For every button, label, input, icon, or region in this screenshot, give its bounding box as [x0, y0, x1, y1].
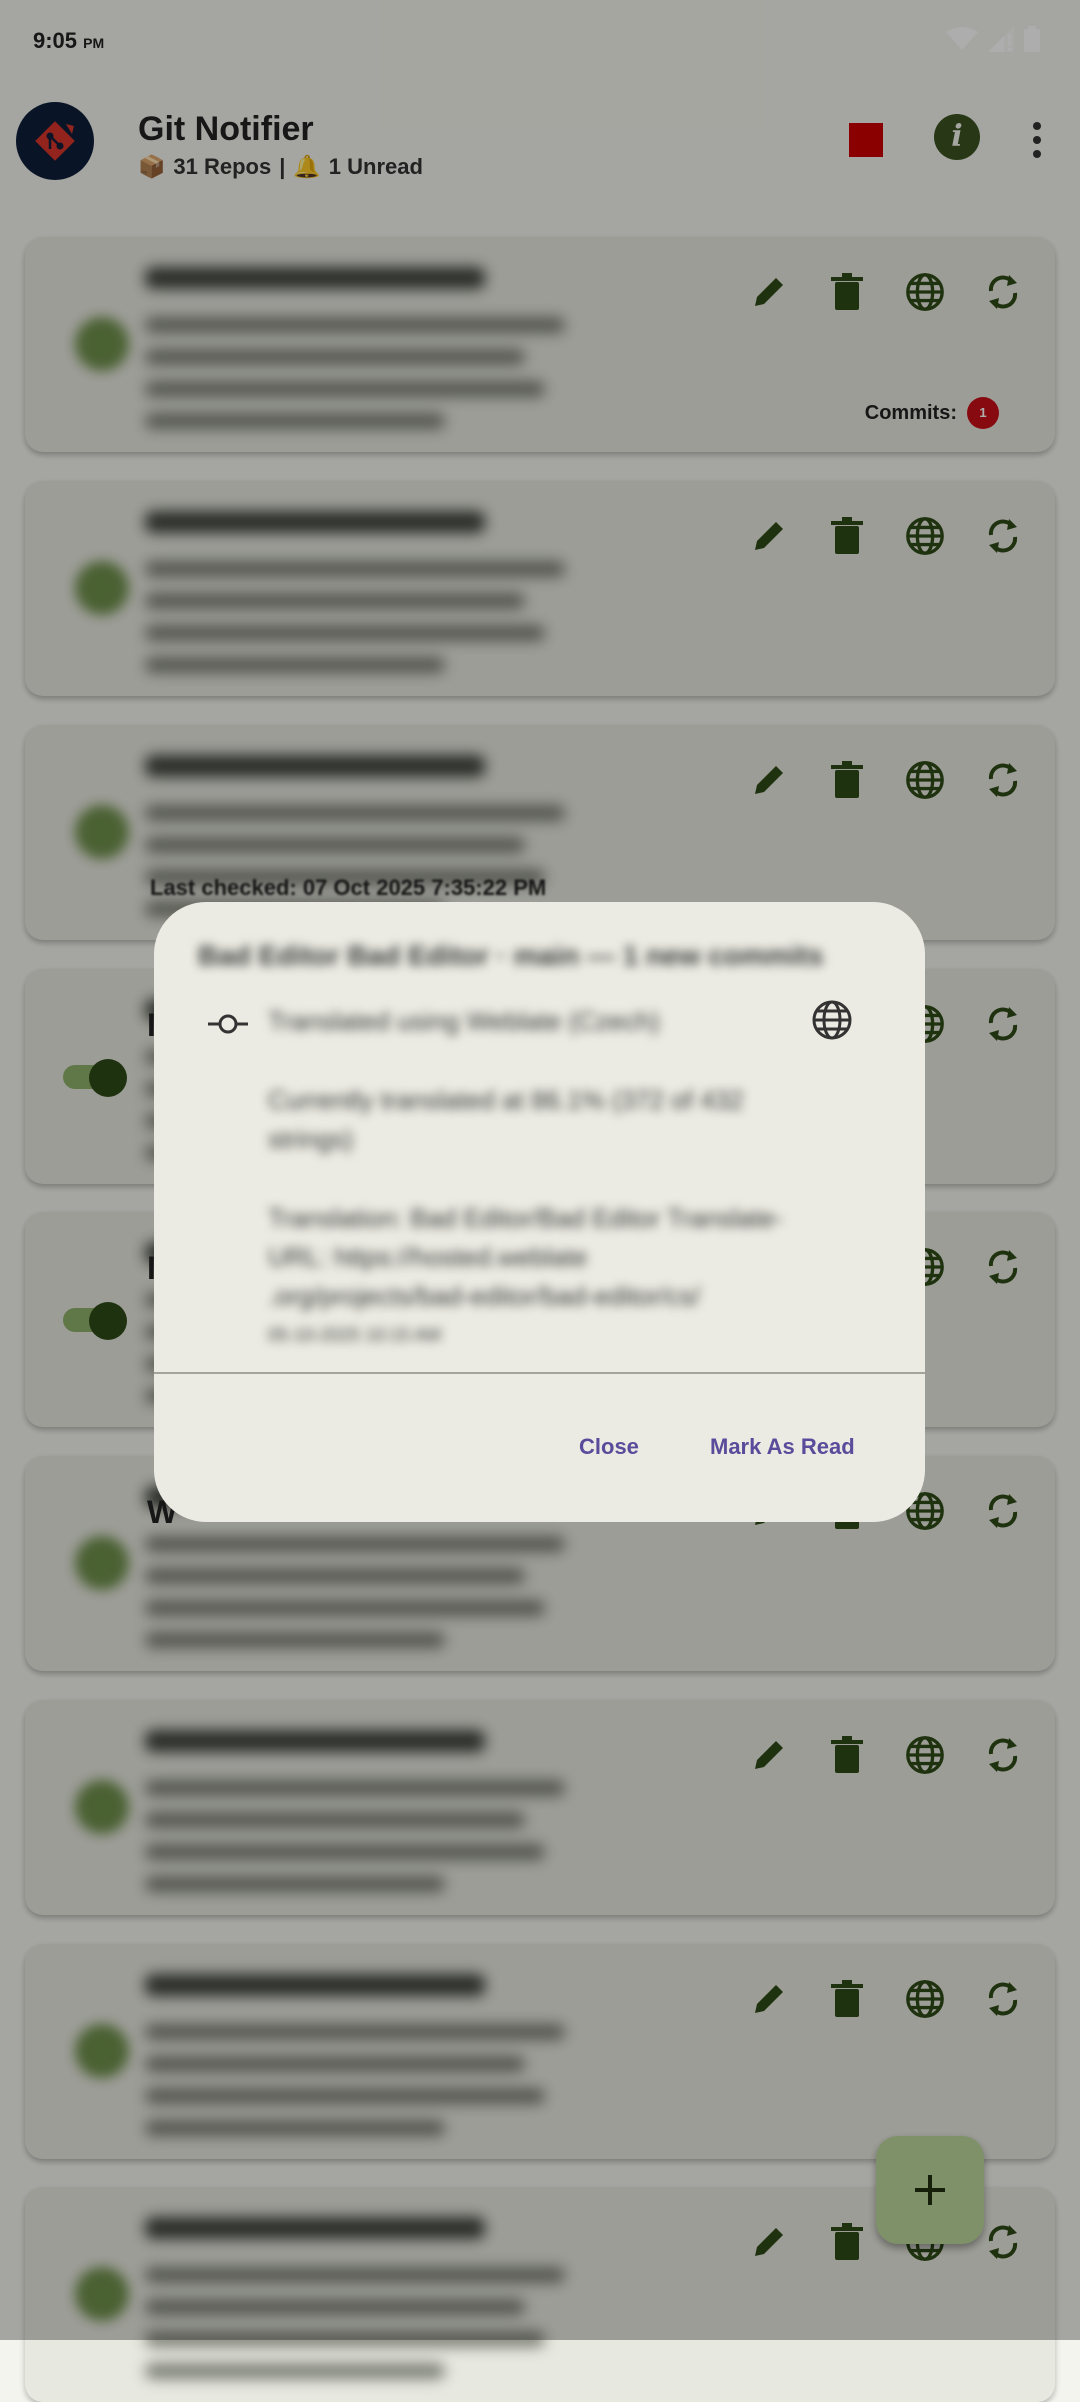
commit-date: 05-10-2025 10:15 AM: [268, 1325, 442, 1345]
commit-message: Translated using Weblate (Czech) Current…: [268, 1002, 788, 1355]
close-button[interactable]: Close: [579, 1434, 639, 1460]
commit-line: Currently translated at 86.1% (372 of 43…: [268, 1085, 744, 1154]
commit-icon: [208, 1014, 248, 1034]
open-web-icon[interactable]: [810, 998, 854, 1042]
commit-dialog: Bad Editor Bad Editor · main — 1 new com…: [154, 902, 925, 1522]
commit-line: Translated using Weblate (Czech): [268, 1006, 660, 1036]
dialog-divider: [154, 1372, 925, 1374]
commit-line: Translation: Bad Editor/Bad Editor Trans…: [268, 1203, 783, 1311]
mark-as-read-button[interactable]: Mark As Read: [710, 1434, 855, 1460]
dialog-title: Bad Editor Bad Editor · main — 1 new com…: [198, 940, 824, 971]
